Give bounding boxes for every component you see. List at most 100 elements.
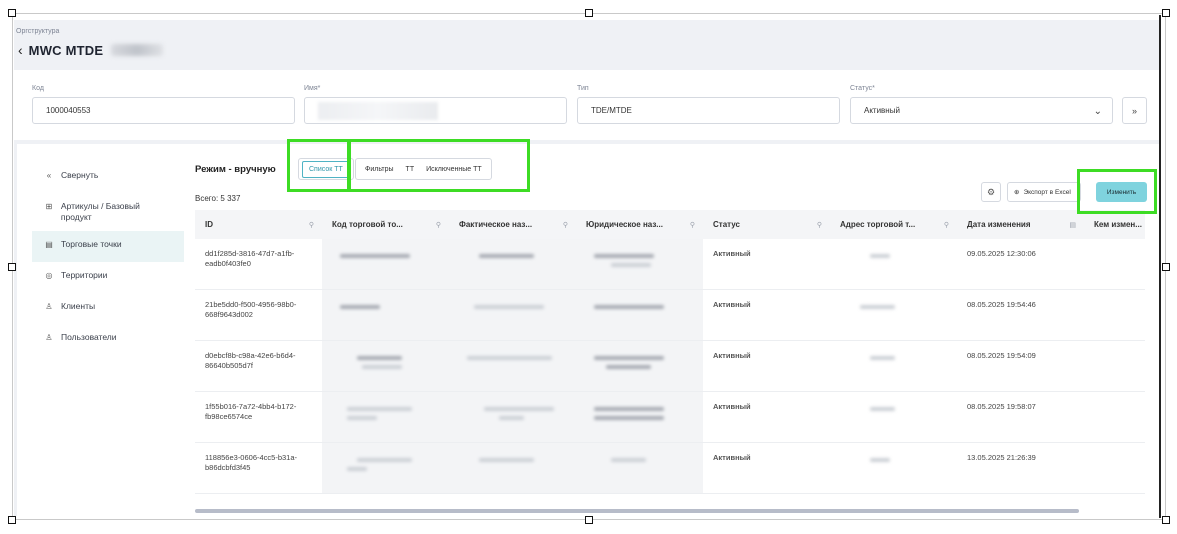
- table-row[interactable]: dd1f285d-3816-47d7-a1fb-eadb0f403fe0 Акт…: [195, 239, 1145, 290]
- cell-status: Активный: [713, 453, 751, 462]
- sidebar-item-label: Территории: [61, 270, 108, 280]
- resize-handle[interactable]: [1162, 263, 1170, 271]
- redacted-name: [318, 101, 438, 120]
- sidebar-item-clients[interactable]: ♙ Клиенты: [32, 293, 184, 324]
- redacted-cell: [449, 239, 576, 289]
- sidebar-item-users[interactable]: ♙ Пользователи: [32, 324, 184, 355]
- redacted-cell: [322, 290, 449, 340]
- code-label: Код: [32, 85, 44, 92]
- cell-id: 1f55b016-7a72-4bb4-b172-fb98ce6574ce: [205, 402, 297, 421]
- gear-icon: ⚙: [986, 186, 996, 197]
- screenshot-canvas: Оргструктура ‹ MWC MTDE Код 1000040553 И…: [0, 0, 1177, 534]
- chevron-down-icon: ⌄: [1093, 106, 1102, 117]
- table-row[interactable]: 118856e3-0606-4cc5-b31a-b86dcbfd3f45 Акт…: [195, 443, 1145, 494]
- redacted-cell: [576, 341, 703, 391]
- user-icon: ♙: [45, 333, 53, 342]
- cell-editor: [1084, 341, 1145, 391]
- redacted-title-part: [111, 44, 164, 56]
- collapse-icon: «: [46, 171, 52, 180]
- status-label: Статус*: [850, 85, 875, 92]
- mode-label: Режим - вручную: [195, 164, 276, 175]
- column-header[interactable]: Адрес торговой т... ⚲: [830, 210, 957, 239]
- resize-handle[interactable]: [1162, 9, 1170, 17]
- column-header[interactable]: Юридическое наз... ⚲: [576, 210, 703, 239]
- table-header: ID ⚲ Код торговой то... ⚲ Фактическое наз.…: [195, 210, 1145, 239]
- stores-table: ID ⚲ Код торговой то... ⚲ Фактическое наз.…: [195, 210, 1145, 506]
- sidebar-item-label: Свернуть: [61, 170, 99, 180]
- horizontal-scrollbar[interactable]: [195, 509, 1079, 513]
- column-header[interactable]: ID ⚲: [195, 210, 322, 239]
- redacted-cell: [830, 392, 957, 442]
- content-area: « Свернуть ⊞ Артикулы / Базовый продукт …: [14, 144, 1159, 516]
- settings-button[interactable]: ⚙: [981, 182, 1001, 202]
- redacted-cell: [576, 392, 703, 442]
- status-select[interactable]: Активный ⌄: [850, 97, 1113, 124]
- redacted-cell: [830, 290, 957, 340]
- cell-date: 08.05.2025 19:54:46: [967, 300, 1036, 309]
- search-icon[interactable]: ⚲: [690, 221, 695, 229]
- redacted-cell: [830, 443, 957, 493]
- redacted-cell: [449, 443, 576, 493]
- page-title: MWC MTDE: [28, 42, 104, 58]
- cell-id: dd1f285d-3816-47d7-a1fb-eadb0f403fe0: [205, 249, 295, 268]
- cell-date: 08.05.2025 19:58:07: [967, 402, 1036, 411]
- sidebar-item-territories[interactable]: ◎ Территории: [32, 262, 184, 293]
- cell-status: Активный: [713, 249, 751, 258]
- status-select-value: Активный: [864, 106, 900, 115]
- sidebar-item-label: Торговые точки: [61, 239, 122, 249]
- resize-handle[interactable]: [585, 9, 593, 17]
- column-header[interactable]: Фактическое наз... ⚲: [449, 210, 576, 239]
- redacted-cell: [576, 443, 703, 493]
- sidebar-item-label: Пользователи: [61, 332, 117, 342]
- resize-handle[interactable]: [8, 9, 16, 17]
- column-header[interactable]: Код торговой то... ⚲: [322, 210, 449, 239]
- redacted-cell: [322, 239, 449, 289]
- highlight-box: [1077, 169, 1157, 214]
- breadcrumb[interactable]: Оргструктура: [16, 28, 59, 35]
- cell-id: 21be5dd0-f500-4956-98b0-668f9643d002: [205, 300, 297, 319]
- resize-handle[interactable]: [8, 263, 16, 271]
- type-field[interactable]: TDE/MTDE: [577, 97, 840, 124]
- download-icon: ⊕: [1014, 189, 1020, 196]
- redacted-cell: [830, 239, 957, 289]
- entity-form: Код 1000040553 Имя* Тип TDE/MTDE Статус*…: [14, 70, 1159, 140]
- content-panel: « Свернуть ⊞ Артикулы / Базовый продукт …: [17, 144, 1159, 516]
- code-field[interactable]: 1000040553: [32, 97, 295, 124]
- cell-editor: [1084, 290, 1145, 340]
- export-excel-button[interactable]: ⊕ Экспорт в Excel: [1007, 182, 1081, 202]
- cell-editor: [1084, 239, 1145, 289]
- resize-handle[interactable]: [1162, 516, 1170, 524]
- filter-icon[interactable]: ▤: [1069, 221, 1076, 229]
- table-row[interactable]: 1f55b016-7a72-4bb4-b172-fb98ce6574ce Акт…: [195, 392, 1145, 443]
- type-label: Тип: [577, 85, 589, 92]
- redacted-cell: [322, 392, 449, 442]
- search-icon[interactable]: ⚲: [817, 221, 822, 229]
- sidebar-item-stores[interactable]: ▤ Торговые точки: [32, 231, 184, 262]
- cell-status: Активный: [713, 300, 751, 309]
- back-arrow-icon[interactable]: ‹: [18, 42, 23, 58]
- column-header[interactable]: Кем измен...: [1084, 210, 1145, 239]
- sidebar-item-collapse[interactable]: « Свернуть: [32, 162, 184, 193]
- highlight-box: [348, 139, 530, 192]
- column-header[interactable]: Дата изменения ▤: [957, 210, 1084, 239]
- expand-fields-button[interactable]: »: [1122, 97, 1147, 124]
- redacted-cell: [322, 443, 449, 493]
- app-window: Оргструктура ‹ MWC MTDE Код 1000040553 И…: [14, 20, 1159, 516]
- redacted-cell: [449, 392, 576, 442]
- resize-handle[interactable]: [585, 516, 593, 524]
- search-icon[interactable]: ⚲: [436, 221, 441, 229]
- column-header[interactable]: Статус ⚲: [703, 210, 830, 239]
- search-icon[interactable]: ⚲: [563, 221, 568, 229]
- search-icon[interactable]: ⚲: [944, 221, 949, 229]
- export-label: Экспорт в Excel: [1023, 188, 1071, 196]
- cell-date: 08.05.2025 19:54:09: [967, 351, 1036, 360]
- sidebar-item-label: Клиенты: [61, 301, 96, 311]
- sidebar-item-articles[interactable]: ⊞ Артикулы / Базовый продукт: [32, 193, 184, 231]
- resize-handle[interactable]: [8, 516, 16, 524]
- double-chevron-down-icon: »: [1131, 105, 1137, 116]
- table-row[interactable]: 21be5dd0-f500-4956-98b0-668f9643d002 Акт…: [195, 290, 1145, 341]
- search-icon[interactable]: ⚲: [309, 221, 314, 229]
- table-row[interactable]: d0ebcf8b-c98a-42e6-b6d4-86640b505d7f Акт…: [195, 341, 1145, 392]
- name-field[interactable]: [304, 97, 567, 124]
- cell-editor: [1084, 443, 1145, 493]
